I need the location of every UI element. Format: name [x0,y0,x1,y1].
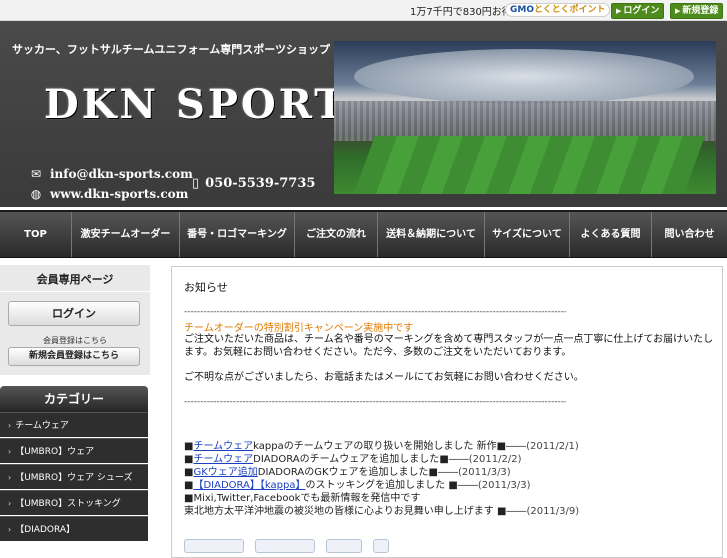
news-heading: お知らせ [184,281,228,294]
main-content: お知らせ -----------------------------------… [171,266,723,558]
chevron-right-icon: › [8,499,12,508]
category-label: チームウェア [15,421,69,431]
main-navigation: TOP 激安チームオーダー 番号・ロゴマーキング ご注文の流れ 送料＆納期につい… [0,210,727,258]
stadium-banner-image [334,41,716,194]
highlight-text: チームオーダーの特別割引キャンペーン実施中です [184,323,414,334]
register-note: 会員登録はこちら [43,336,107,345]
category-item[interactable]: › 【UMBRO】ウェア シューズ [0,464,148,489]
chevron-right-icon: › [8,421,12,430]
category-item[interactable]: › チームウェア [0,412,148,437]
phone-text: 050-5539-7735 [205,176,316,191]
share-button[interactable] [184,539,244,553]
category-item[interactable]: › 【DIADORA】 [0,516,148,541]
chevron-right-icon: › [8,525,12,534]
nav-order-flow[interactable]: ご注文の流れ [295,212,378,257]
envelope-icon: ✉ [30,167,42,181]
email-text: info@dkn-sports.com [50,167,193,181]
tweet-button[interactable] [255,539,316,553]
register-button[interactable]: 新規会員登録はこちら [8,347,140,366]
like-button[interactable] [326,539,363,553]
intro-paragraph: ご注文いただいた商品は、チーム名や番号のマーキングを含めて専門スタッフが一点一点… [184,334,714,358]
email-contact[interactable]: ✉ info@dkn-sports.com [28,167,193,181]
play-arrow-icon: ▶ [675,7,681,15]
site-logo[interactable]: DKN SPORTS [44,81,379,128]
nav-shipping[interactable]: 送料＆納期について [378,212,485,257]
register-top-label: 新規登録 [682,6,719,16]
nav-marking[interactable]: 番号・ロゴマーキング [180,212,295,257]
nav-size[interactable]: サイズについて [485,212,570,257]
news-text: 東北地方太平洋沖地震の被災地の皆様に心よりお見舞い申し上げます [184,506,497,517]
nav-top[interactable]: TOP [0,212,72,257]
divider: ----------------------------------------… [184,307,566,317]
category-item[interactable]: › 【UMBRO】ストッキング [0,490,148,515]
category-label: 【UMBRO】ウェア [15,447,95,457]
play-arrow-icon: ▶ [616,7,622,15]
website-contact[interactable]: ◍ www.dkn-sports.com [28,187,189,201]
phone-contact: ▯ 050-5539-7735 [192,176,315,191]
login-top-button[interactable]: ▶ ログイン [611,3,665,19]
member-box: 会員専用ページ ログイン 会員登録はこちら 新規会員登録はこちら [0,265,150,375]
login-button[interactable]: ログイン [8,301,140,326]
nav-contact[interactable]: 問い合わせ [652,212,727,257]
category-label: 【DIADORA】 [15,525,76,535]
mobile-phone-icon: ▯ [192,176,200,191]
login-top-label: ログイン [623,6,660,16]
gmo-points-logo[interactable]: GMOとくとくポイント [505,3,611,17]
secondary-paragraph: ご不明な点がございましたら、お電話またはメールにてお気軽にお問い合わせください。 [184,372,584,383]
tagline: サッカー、フットサルチームユニフォーム専門スポーツショップ [12,43,331,56]
globe-icon: ◍ [30,187,42,201]
count-button[interactable] [373,539,390,553]
social-buttons [184,539,395,553]
nav-team-order[interactable]: 激安チームオーダー [72,212,180,257]
nav-faq[interactable]: よくある質問 [570,212,652,257]
category-heading: カテゴリー [0,386,148,412]
website-text: www.dkn-sports.com [50,187,189,201]
member-title: 会員専用ページ [36,273,114,286]
category-item[interactable]: › 【UMBRO】ウェア [0,438,148,463]
news-item: 東北地方太平洋沖地震の被災地の皆様に心よりお見舞い申し上げます ■――(2011… [184,506,580,517]
site-header: サッカー、フットサルチームユニフォーム専門スポーツショップ DKN SPORTS… [0,21,727,207]
divider: ----------------------------------------… [184,397,566,407]
register-top-button[interactable]: ▶ 新規登録 [670,3,724,19]
chevron-right-icon: › [8,447,12,456]
chevron-right-icon: › [8,473,12,482]
category-label: 【UMBRO】ウェア シューズ [15,473,133,483]
top-utility-bar: 1万7千円で830円お得に支払う GMOとくとくポイント ▶ ログイン ▶ 新規登録 [0,0,727,21]
news-date: (2011/3/9) [526,506,580,517]
category-label: 【UMBRO】ストッキング [15,499,121,509]
